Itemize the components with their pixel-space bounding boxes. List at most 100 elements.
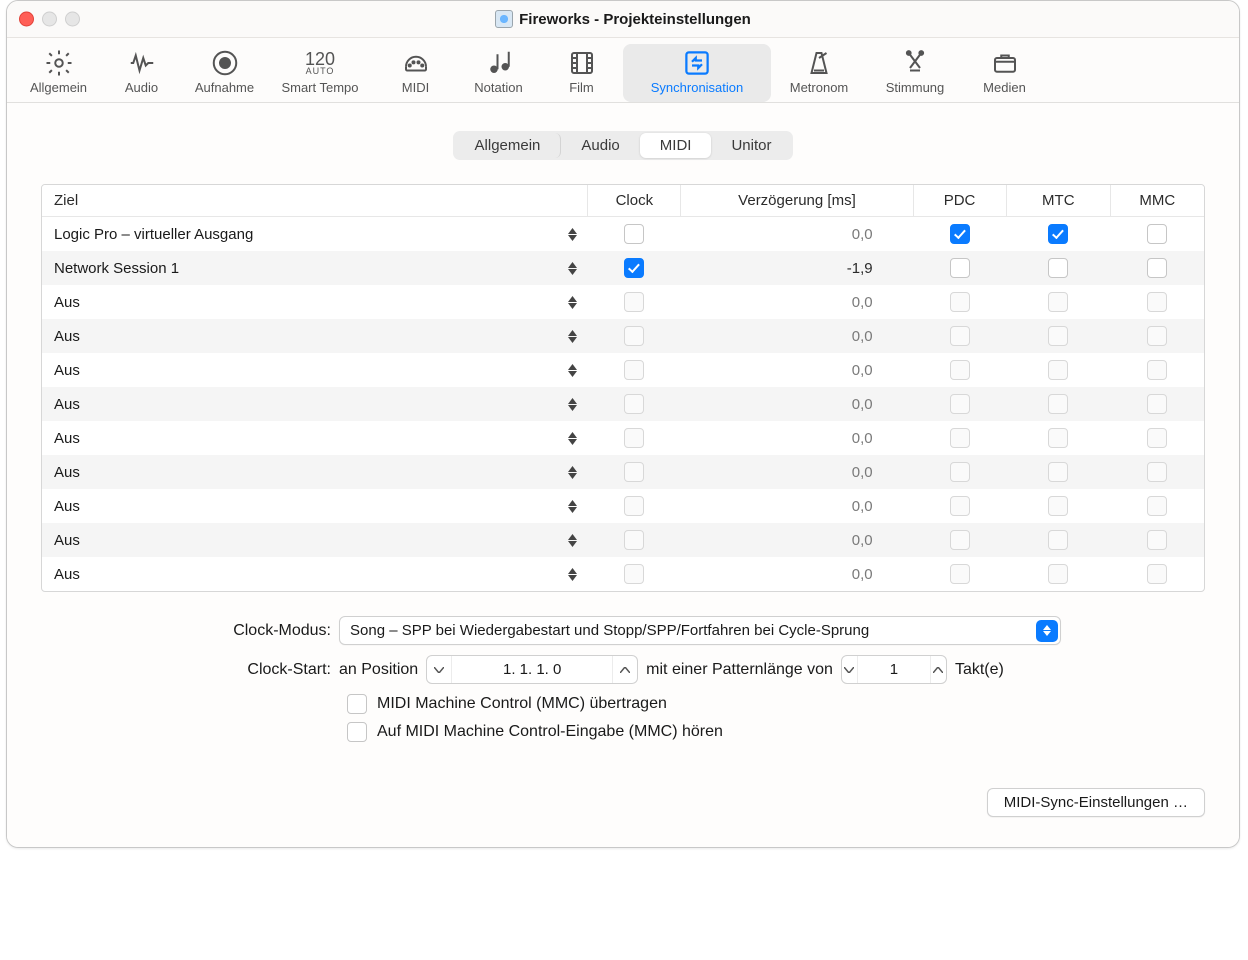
col-delay[interactable]: Verzögerung [ms] <box>681 185 913 217</box>
mtc-checkbox[interactable] <box>1048 258 1068 278</box>
mtc-checkbox[interactable] <box>1048 394 1068 414</box>
toolbar-record[interactable]: Aufnahme <box>183 44 266 102</box>
mmc-checkbox[interactable] <box>1147 326 1167 346</box>
mmc-checkbox[interactable] <box>1147 496 1167 516</box>
clock-checkbox[interactable] <box>624 564 644 584</box>
mmc-checkbox[interactable] <box>1147 564 1167 584</box>
col-clock[interactable]: Clock <box>588 185 681 217</box>
window-minimize-button[interactable] <box>42 12 57 27</box>
mmc-checkbox[interactable] <box>1147 258 1167 278</box>
toolbar-tempo[interactable]: 120AUTOSmart Tempo <box>266 44 374 102</box>
window-close-button[interactable] <box>19 12 34 27</box>
clock-mode-dropdown[interactable]: Song – SPP bei Wiedergabestart und Stopp… <box>339 616 1061 645</box>
clock-checkbox[interactable] <box>624 326 644 346</box>
col-mtc[interactable]: MTC <box>1006 185 1111 217</box>
delay-value[interactable]: 0,0 <box>681 455 913 489</box>
updown-icon[interactable] <box>565 225 579 243</box>
clock-checkbox[interactable] <box>624 530 644 550</box>
chevron-down-icon[interactable] <box>427 656 451 683</box>
pdc-checkbox[interactable] <box>950 292 970 312</box>
clock-checkbox[interactable] <box>624 292 644 312</box>
mtc-checkbox[interactable] <box>1048 224 1068 244</box>
window-maximize-button[interactable] <box>65 12 80 27</box>
mmc-listen-checkbox[interactable] <box>347 722 367 742</box>
pdc-checkbox[interactable] <box>950 564 970 584</box>
pdc-checkbox[interactable] <box>950 224 970 244</box>
subtab-midi[interactable]: MIDI <box>640 133 712 158</box>
toolbar-general[interactable]: Allgemein <box>17 44 100 102</box>
delay-value[interactable]: 0,0 <box>681 217 913 252</box>
toolbar-notation[interactable]: Notation <box>457 44 540 102</box>
mmc-checkbox[interactable] <box>1147 360 1167 380</box>
mmc-checkbox[interactable] <box>1147 394 1167 414</box>
mmc-checkbox[interactable] <box>1147 428 1167 448</box>
delay-value[interactable]: 0,0 <box>681 421 913 455</box>
mtc-checkbox[interactable] <box>1048 462 1068 482</box>
mmc-checkbox[interactable] <box>1147 292 1167 312</box>
pattern-length-stepper[interactable]: 1 <box>841 655 947 684</box>
toolbar-tuning[interactable]: Stimmung <box>867 44 963 102</box>
midi-sync-settings-button[interactable]: MIDI-Sync-Einstellungen … <box>987 788 1205 817</box>
mmc-checkbox[interactable] <box>1147 224 1167 244</box>
col-mmc[interactable]: MMC <box>1111 185 1204 217</box>
updown-icon[interactable] <box>565 565 579 583</box>
subtab-audio[interactable]: Audio <box>561 133 639 158</box>
ziel-dropdown[interactable]: Aus <box>54 396 565 413</box>
ziel-dropdown[interactable]: Aus <box>54 294 565 311</box>
updown-icon[interactable] <box>565 531 579 549</box>
updown-icon[interactable] <box>565 395 579 413</box>
delay-value[interactable]: 0,0 <box>681 319 913 353</box>
ziel-dropdown[interactable]: Aus <box>54 362 565 379</box>
toolbar-metronome[interactable]: Metronom <box>771 44 867 102</box>
pdc-checkbox[interactable] <box>950 394 970 414</box>
pdc-checkbox[interactable] <box>950 326 970 346</box>
mmc-checkbox[interactable] <box>1147 530 1167 550</box>
updown-icon[interactable] <box>565 327 579 345</box>
pdc-checkbox[interactable] <box>950 428 970 448</box>
toolbar-film[interactable]: Film <box>540 44 623 102</box>
col-ziel[interactable]: Ziel <box>42 185 588 217</box>
pdc-checkbox[interactable] <box>950 360 970 380</box>
pdc-checkbox[interactable] <box>950 462 970 482</box>
pdc-checkbox[interactable] <box>950 258 970 278</box>
clock-checkbox[interactable] <box>624 360 644 380</box>
updown-icon[interactable] <box>565 293 579 311</box>
mtc-checkbox[interactable] <box>1048 530 1068 550</box>
mmc-transmit-checkbox[interactable] <box>347 694 367 714</box>
clock-checkbox[interactable] <box>624 394 644 414</box>
mtc-checkbox[interactable] <box>1048 360 1068 380</box>
ziel-dropdown[interactable]: Aus <box>54 566 565 583</box>
mtc-checkbox[interactable] <box>1048 496 1068 516</box>
toolbar-audio[interactable]: Audio <box>100 44 183 102</box>
updown-icon[interactable] <box>565 497 579 515</box>
ziel-dropdown[interactable]: Aus <box>54 498 565 515</box>
ziel-dropdown[interactable]: Network Session 1 <box>54 260 565 277</box>
ziel-dropdown[interactable]: Aus <box>54 464 565 481</box>
clock-checkbox[interactable] <box>624 496 644 516</box>
pdc-checkbox[interactable] <box>950 496 970 516</box>
subtab-allgemein[interactable]: Allgemein <box>455 133 562 158</box>
delay-value[interactable]: 0,0 <box>681 387 913 421</box>
delay-value[interactable]: 0,0 <box>681 285 913 319</box>
toolbar-midi[interactable]: MIDI <box>374 44 457 102</box>
chevron-up-icon[interactable] <box>931 656 946 683</box>
ziel-dropdown[interactable]: Logic Pro – virtueller Ausgang <box>54 226 565 243</box>
toolbar-sync[interactable]: Synchronisation <box>623 44 771 102</box>
clock-checkbox[interactable] <box>624 224 644 244</box>
chevron-down-icon[interactable] <box>842 656 857 683</box>
ziel-dropdown[interactable]: Aus <box>54 532 565 549</box>
pdc-checkbox[interactable] <box>950 530 970 550</box>
clock-checkbox[interactable] <box>624 462 644 482</box>
updown-icon[interactable] <box>565 361 579 379</box>
delay-value[interactable]: 0,0 <box>681 489 913 523</box>
mtc-checkbox[interactable] <box>1048 292 1068 312</box>
ziel-dropdown[interactable]: Aus <box>54 328 565 345</box>
updown-icon[interactable] <box>565 259 579 277</box>
updown-icon[interactable] <box>565 429 579 447</box>
mmc-checkbox[interactable] <box>1147 462 1167 482</box>
subtab-unitor[interactable]: Unitor <box>711 133 791 158</box>
delay-value[interactable]: 0,0 <box>681 557 913 591</box>
updown-icon[interactable] <box>565 463 579 481</box>
mtc-checkbox[interactable] <box>1048 326 1068 346</box>
delay-value[interactable]: -1,9 <box>681 251 913 285</box>
